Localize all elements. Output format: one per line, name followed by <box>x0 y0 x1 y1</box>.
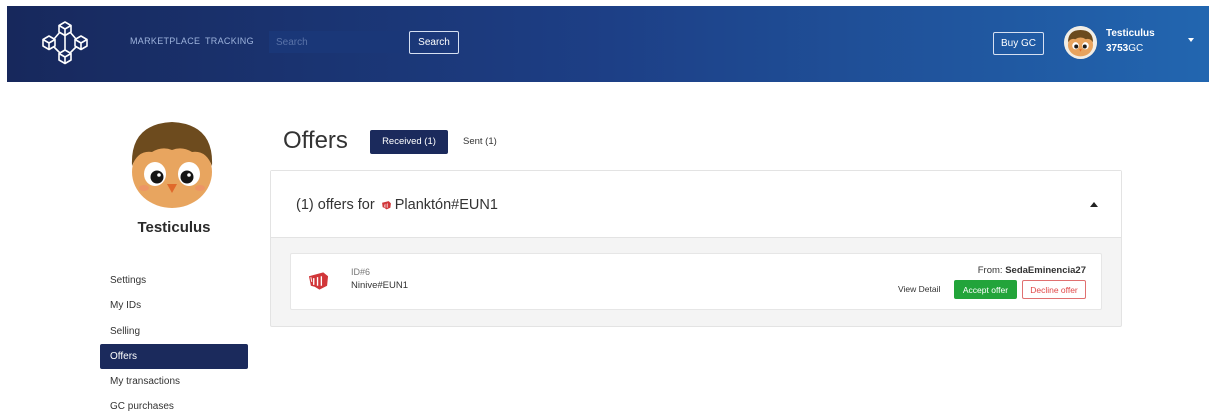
nav-marketplace-link[interactable]: MARKETPLACE <box>130 36 200 46</box>
sidebar-item-settings[interactable]: Settings <box>100 268 248 293</box>
offers-group-prefix: (1) offers for <box>296 197 375 213</box>
offers-group-panel: (1) offers for Planktón#EUN1 ID#6 Ninive… <box>270 170 1122 327</box>
nav-tracking-link[interactable]: TRACKING <box>205 36 254 46</box>
header-username[interactable]: Testiculus <box>1106 28 1155 39</box>
profile-username: Testiculus <box>137 219 211 236</box>
offer-id: ID#6 <box>351 267 371 277</box>
gc-balance: 3753GC <box>1106 43 1143 54</box>
tab-received[interactable]: Received (1) <box>370 130 448 154</box>
sidebar-item-my-ids[interactable]: My IDs <box>100 293 248 318</box>
riot-fist-icon <box>381 201 391 210</box>
caret-up-icon[interactable] <box>1090 202 1098 207</box>
view-detail-link[interactable]: View Detail <box>898 284 940 294</box>
sidebar-item-gc-purchases[interactable]: GC purchases <box>100 394 248 415</box>
profile-avatar <box>122 114 222 214</box>
sidebar-menu: Settings My IDs Selling Offers My transa… <box>100 268 248 415</box>
search-button[interactable]: Search <box>409 31 459 54</box>
caret-down-icon[interactable] <box>1188 38 1194 42</box>
top-navbar: MARKETPLACE TRACKING Search Buy GC Testi… <box>7 6 1209 82</box>
sidebar-item-offers[interactable]: Offers <box>100 343 248 370</box>
sidebar-item-my-transactions[interactable]: My transactions <box>100 369 248 394</box>
decline-offer-button[interactable]: Decline offer <box>1022 280 1086 299</box>
offer-card: ID#6 Ninive#EUN1 From: SedaEminencia27 V… <box>290 253 1102 310</box>
gc-amount: 3753 <box>1106 43 1129 54</box>
villager-avatar-icon <box>131 122 213 208</box>
offers-group-account: Planktón#EUN1 <box>394 197 498 213</box>
sidebar-item-selling[interactable]: Selling <box>100 319 248 344</box>
offers-group-header[interactable]: (1) offers for Planktón#EUN1 <box>271 171 1121 238</box>
offers-group-title: (1) offers for Planktón#EUN1 <box>296 197 498 213</box>
offer-account-name: Ninive#EUN1 <box>351 280 409 291</box>
riot-fist-icon <box>308 272 329 290</box>
gc-unit: GC <box>1128 43 1144 54</box>
offer-from-label: From: <box>977 265 1003 276</box>
tab-sent[interactable]: Sent (1) <box>463 136 497 147</box>
offer-from-user[interactable]: SedaEminencia27 <box>1005 265 1086 276</box>
villager-avatar-icon <box>1064 26 1097 59</box>
avatar[interactable] <box>1064 26 1097 59</box>
search-input[interactable] <box>269 31 408 53</box>
offer-from: From: SedaEminencia27 <box>978 265 1086 276</box>
buy-gc-button[interactable]: Buy GC <box>993 32 1044 55</box>
page-title: Offers <box>283 127 348 154</box>
blockchain-cubes-icon[interactable] <box>40 19 90 69</box>
accept-offer-button[interactable]: Accept offer <box>954 280 1017 299</box>
